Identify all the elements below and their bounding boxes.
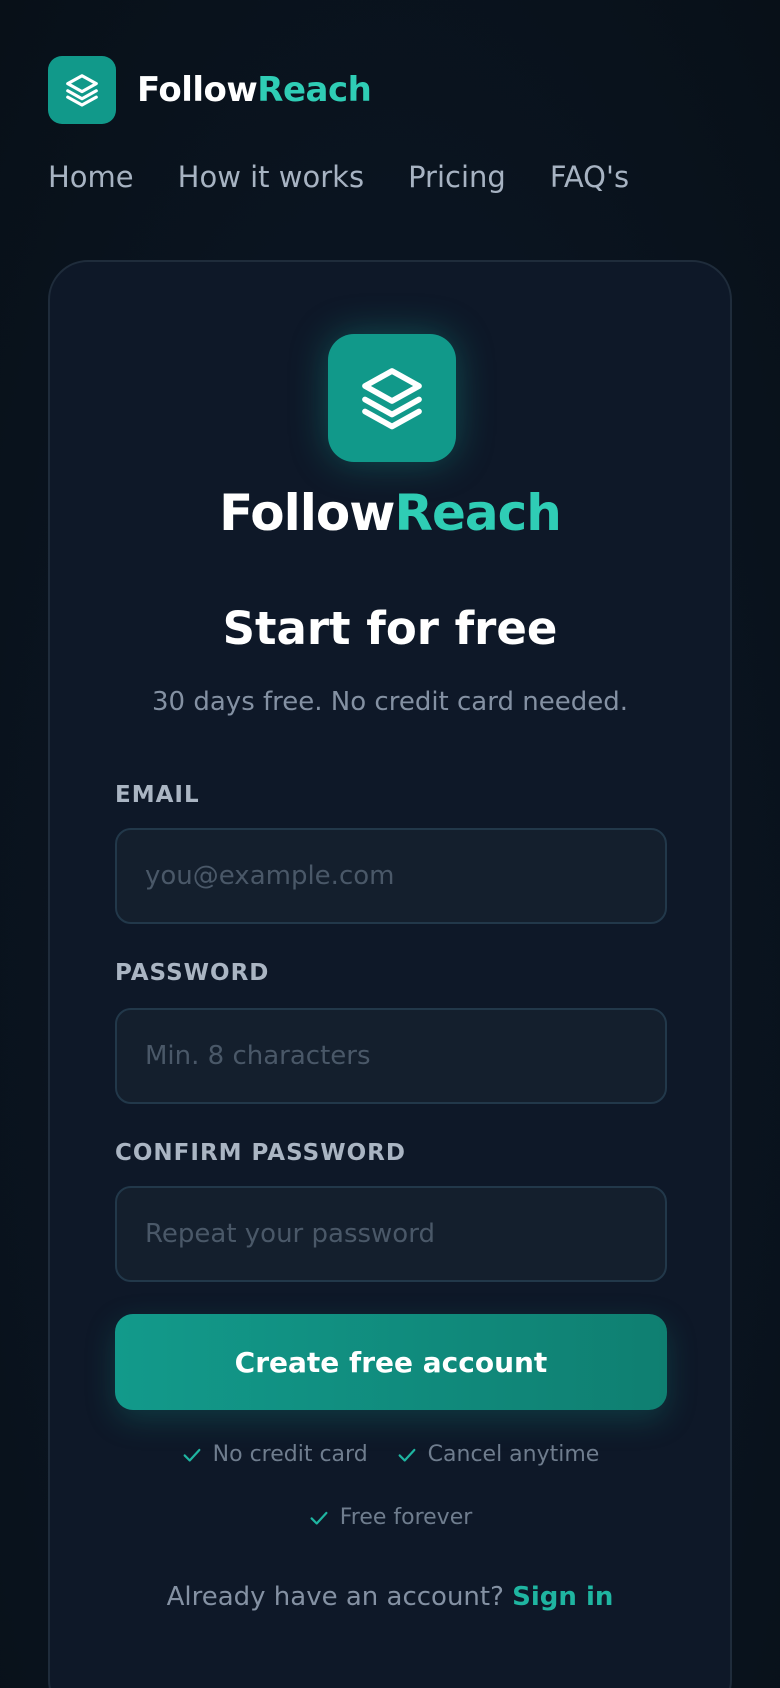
perk-free-forever: Free forever <box>308 1505 473 1530</box>
signin-link[interactable]: Sign in <box>512 1582 613 1612</box>
perk-label: Cancel anytime <box>427 1442 600 1467</box>
password-label: PASSWORD <box>115 960 270 986</box>
check-icon <box>398 1448 416 1462</box>
brand-logo[interactable] <box>48 56 116 124</box>
layers-icon <box>362 368 422 430</box>
nav-faqs[interactable]: FAQ's <box>550 160 629 194</box>
page-subtitle: 30 days free. No credit card needed. <box>152 687 628 717</box>
create-account-button[interactable]: Create free account <box>115 1314 667 1410</box>
check-icon <box>310 1511 328 1525</box>
perk-label: Free forever <box>339 1505 473 1530</box>
page-title: Start for free <box>222 602 558 655</box>
confirm-password-label: CONFIRM PASSWORD <box>115 1140 406 1166</box>
password-field[interactable] <box>115 1008 667 1104</box>
check-icon <box>183 1448 201 1462</box>
signin-prompt: Already have an account? Sign in <box>50 1582 730 1612</box>
email-label: EMAIL <box>115 782 200 808</box>
email-field[interactable] <box>115 828 667 924</box>
card-brand-name: FollowReach <box>50 484 730 542</box>
perk-label: No credit card <box>212 1442 368 1467</box>
layers-icon <box>66 74 98 107</box>
perk-cancel-anytime: Cancel anytime <box>396 1442 600 1467</box>
brand-name-part2: Reach <box>257 70 372 110</box>
nav-how-it-works[interactable]: How it works <box>178 160 364 194</box>
card-brand-part2: Reach <box>394 484 561 542</box>
site-header: FollowReach <box>48 56 372 124</box>
main-nav: Home How it works Pricing FAQ's <box>48 160 629 194</box>
signin-prompt-text: Already have an account? <box>166 1582 504 1612</box>
brand-name[interactable]: FollowReach <box>137 70 372 110</box>
nav-home[interactable]: Home <box>48 160 134 194</box>
confirm-password-field[interactable] <box>115 1186 667 1282</box>
card-brand-part1: Follow <box>219 484 395 542</box>
perks-row-1: No credit card Cancel anytime <box>50 1442 730 1467</box>
perk-no-credit-card: No credit card <box>181 1442 368 1467</box>
card-logo <box>328 334 456 462</box>
brand-name-part1: Follow <box>137 70 258 110</box>
perks-row-2: Free forever <box>50 1505 730 1530</box>
nav-pricing[interactable]: Pricing <box>408 160 506 194</box>
signup-card: FollowReach Start for free 30 days free.… <box>48 260 732 1688</box>
